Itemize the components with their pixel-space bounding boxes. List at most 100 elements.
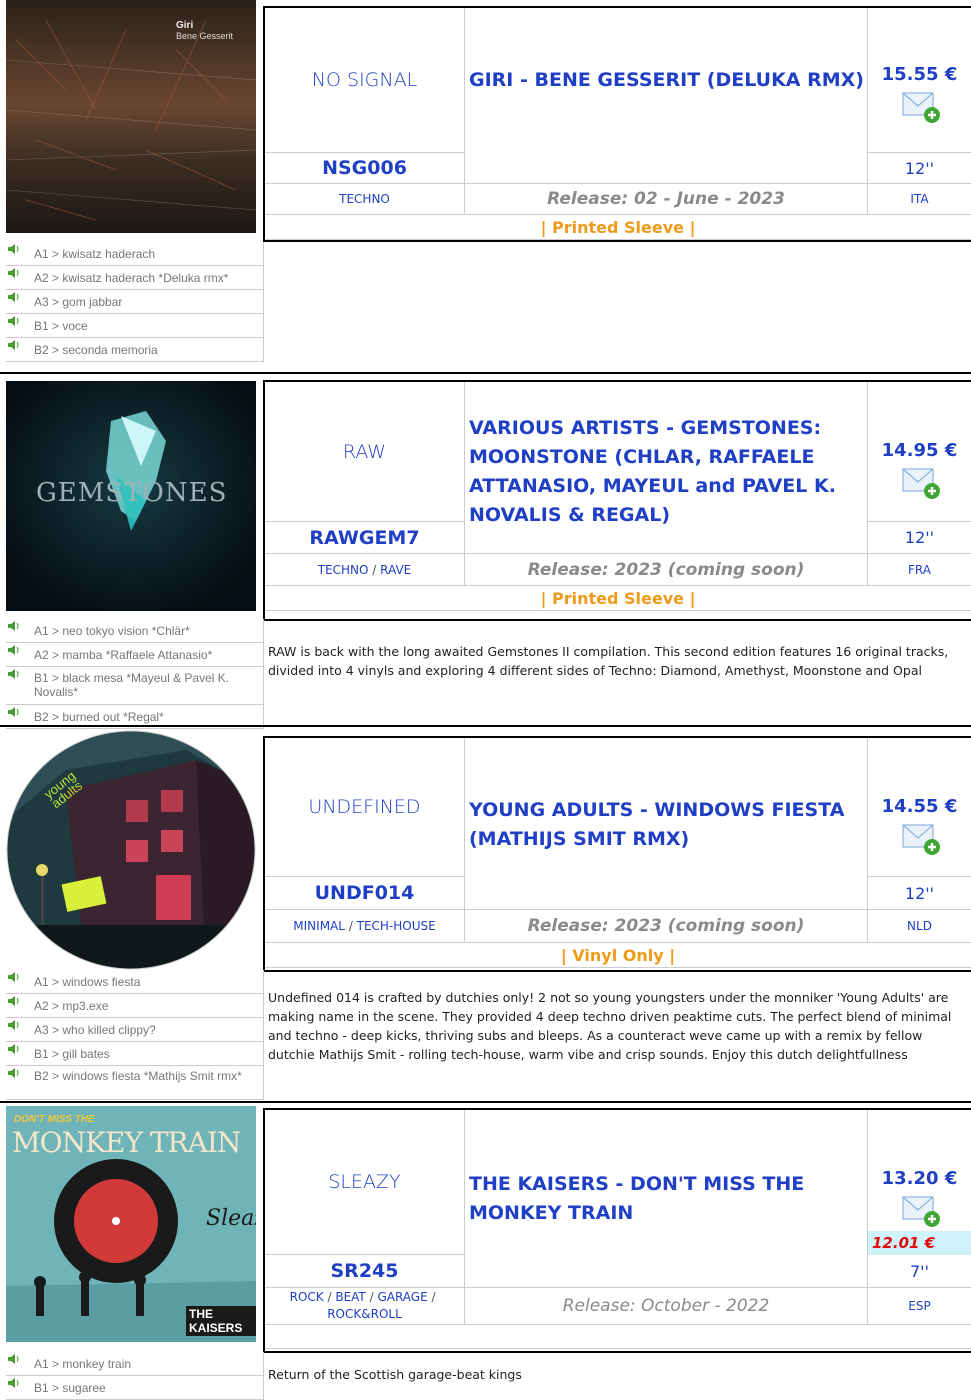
label-name[interactable]: RAW [265, 382, 465, 522]
genre-link[interactable]: TECH-HOUSE [357, 919, 436, 933]
label-name[interactable]: UNDEFINED [265, 738, 465, 877]
sleeve-note: | Vinyl Only | [265, 943, 971, 968]
cover-tagline: DON'T MISS THE [14, 1114, 95, 1125]
track-item[interactable]: A2 > kwisatz haderach *Deluka rmx* [6, 266, 264, 290]
release-title[interactable]: YOUNG ADULTS - WINDOWS FIESTA (MATHIJS S… [465, 738, 868, 910]
genre-cell: TECHNO [265, 184, 465, 215]
track-item[interactable]: A2 > mp3.exe [6, 994, 264, 1018]
speaker-icon[interactable] [7, 995, 21, 1007]
speaker-icon[interactable] [7, 668, 21, 680]
track-item[interactable]: A1 > windows fiesta [6, 970, 264, 994]
speaker-icon[interactable] [7, 1067, 21, 1079]
release-item: DON'T MISS THE MONKEY TRAIN Sleazy THE K… [0, 1106, 971, 1400]
genre-link[interactable]: BEAT [335, 1289, 365, 1306]
track-item[interactable]: B2 > seconda memoria [6, 338, 264, 362]
country: ESP [868, 1288, 971, 1325]
label-name[interactable]: SLEAZY [265, 1110, 465, 1255]
speaker-icon[interactable] [7, 644, 21, 656]
cover-image[interactable]: young adults [6, 730, 256, 970]
release-date: Release: October - 2022 [465, 1288, 868, 1325]
format: 12'' [868, 153, 971, 184]
price: 15.55 € [881, 64, 958, 85]
item-divider [0, 1101, 971, 1103]
price-cell: 15.55 € [868, 8, 971, 153]
speaker-icon[interactable] [7, 339, 21, 351]
sleeve-row [265, 1325, 971, 1349]
release-title[interactable]: GIRI - BENE GESSERIT (DELUKA RMX) [465, 8, 868, 184]
release-date: Release: 02 - June - 2023 [465, 184, 868, 215]
catalog-number[interactable]: RAWGEM7 [265, 522, 465, 554]
track-item[interactable]: A3 > gom jabbar [6, 290, 264, 314]
speaker-icon[interactable] [7, 1353, 21, 1365]
release-item: GEMSTONES RAW VARIOUS ARTISTS - GEMSTONE… [0, 378, 971, 729]
country: ITA [868, 184, 971, 215]
country: FRA [868, 554, 971, 586]
speaker-icon[interactable] [7, 267, 21, 279]
format: 12'' [868, 877, 971, 910]
cover-title: GEMSTONES [36, 478, 228, 508]
cover-artist: THE KAISERS [186, 1306, 256, 1336]
speaker-icon[interactable] [7, 1377, 21, 1389]
genre-separator: / [427, 1290, 440, 1304]
cover-title: MONKEY TRAIN [12, 1126, 241, 1159]
track-item[interactable]: A1 > neo tokyo vision *Chlär* [6, 619, 264, 643]
mail-add-icon[interactable] [900, 461, 940, 501]
price: 14.55 € [881, 796, 958, 817]
format: 7'' [868, 1255, 971, 1288]
mail-add-icon[interactable] [900, 85, 940, 125]
track-item[interactable]: B1 > black mesa *Mayeul & Pavel K. Noval… [6, 667, 264, 705]
speaker-icon[interactable] [7, 706, 21, 718]
tracklist: A1 > kwisatz haderach A2 > kwisatz hader… [6, 242, 264, 362]
speaker-icon[interactable] [7, 1043, 21, 1055]
tracklist: A1 > neo tokyo vision *Chlär* A2 > mamba… [6, 619, 264, 729]
track-item[interactable]: B1 > gill bates [6, 1042, 264, 1066]
genre-separator: / [323, 1290, 336, 1304]
price: 13.20 € [881, 1168, 958, 1189]
track-item[interactable]: B1 > sugaree [6, 1376, 264, 1400]
speaker-icon[interactable] [7, 291, 21, 303]
release-date: Release: 2023 (coming soon) [465, 910, 868, 943]
genre-link[interactable]: MINIMAL [293, 919, 345, 933]
catalog-number[interactable]: UNDF014 [265, 877, 465, 910]
price: 14.95 € [881, 440, 958, 461]
tracklist: A1 > windows fiesta A2 > mp3.exe A3 > wh… [6, 970, 264, 1100]
cover-image[interactable]: DON'T MISS THE MONKEY TRAIN Sleazy THE K… [6, 1106, 256, 1342]
track-item[interactable]: A1 > kwisatz haderach [6, 242, 264, 266]
genre-link[interactable]: ROCK&ROLL [327, 1306, 402, 1323]
catalog-number[interactable]: SR245 [265, 1255, 465, 1288]
genre-link[interactable]: TECHNO [318, 563, 369, 577]
sleeve-note: | Printed Sleeve | [265, 586, 971, 611]
genre-link[interactable]: ROCK [290, 1289, 324, 1306]
speaker-icon[interactable] [7, 971, 21, 983]
speaker-icon[interactable] [7, 1019, 21, 1031]
track-item[interactable]: B1 > voce [6, 314, 264, 338]
genre-link[interactable]: RAVE [380, 563, 411, 577]
track-item[interactable]: B2 > windows fiesta *Mathijs Smit rmx* [6, 1066, 264, 1100]
speaker-icon[interactable] [7, 315, 21, 327]
release-description: Undefined 014 is crafted by dutchies onl… [268, 990, 952, 1062]
item-divider [0, 725, 971, 727]
cover-image[interactable]: GEMSTONES [6, 381, 256, 611]
genre-cell: MINIMAL / TECH-HOUSE [265, 910, 465, 943]
genre-cell: TECHNO / RAVE [265, 554, 465, 586]
track-item[interactable]: A3 > who killed clippy? [6, 1018, 264, 1042]
label-name[interactable]: NO SIGNAL [265, 8, 465, 153]
cover-title: Giri [176, 20, 194, 31]
genre-link[interactable]: TECHNO [339, 192, 390, 206]
item-divider [0, 372, 971, 374]
speaker-icon[interactable] [7, 620, 21, 632]
release-title[interactable]: VARIOUS ARTISTS - GEMSTONES: MOONSTONE (… [465, 382, 868, 554]
mail-add-icon[interactable] [900, 1189, 940, 1229]
genre-separator: / [365, 1290, 378, 1304]
release-item: young adults UNDEFINED YOUNG ADULTS - WIN… [0, 730, 971, 1102]
genre-link[interactable]: GARAGE [377, 1289, 427, 1306]
release-title[interactable]: THE KAISERS - DON'T MISS THE MONKEY TRAI… [465, 1110, 868, 1288]
track-item[interactable]: A2 > mamba *Raffaele Attanasio* [6, 643, 264, 667]
mail-add-icon[interactable] [900, 817, 940, 857]
cover-image[interactable]: Giri Bene Gesserit [6, 0, 256, 233]
discount-price: 12.01 € [868, 1231, 971, 1255]
speaker-icon[interactable] [7, 243, 21, 255]
catalog-number[interactable]: NSG006 [265, 153, 465, 184]
cover-logo: Sleazy [206, 1206, 256, 1231]
track-item[interactable]: A1 > monkey train [6, 1352, 264, 1376]
